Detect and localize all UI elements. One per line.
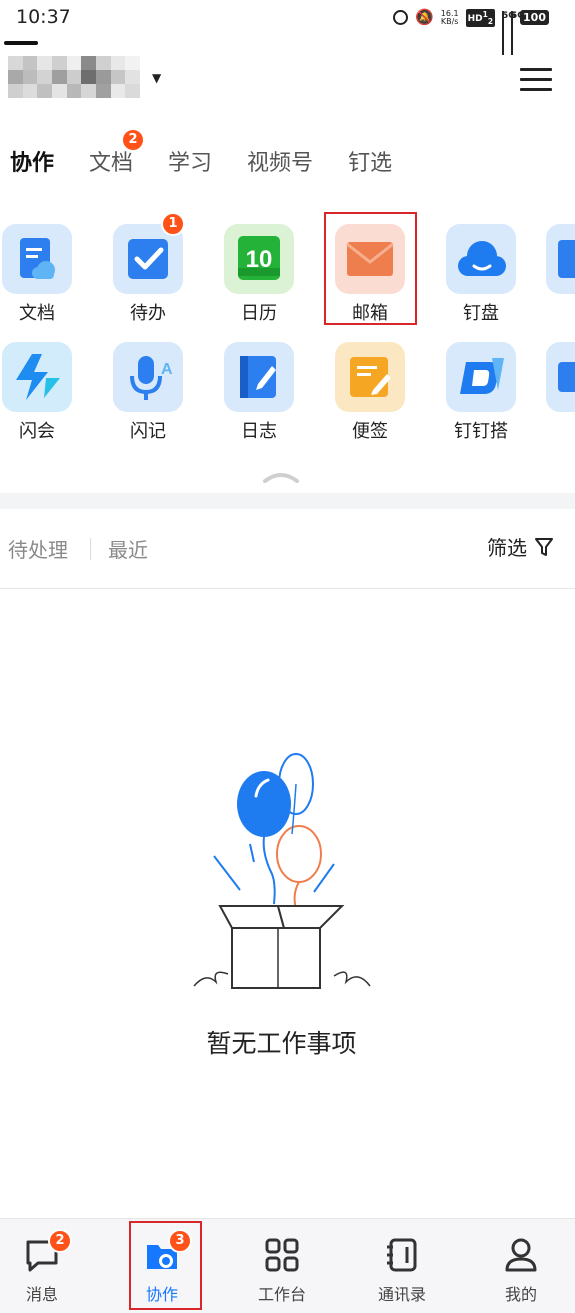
nav-profile[interactable]: 我的: [481, 1219, 561, 1313]
contacts-icon: [387, 1238, 417, 1272]
tab-badge: 2: [121, 128, 146, 152]
empty-state-text: 暂无工作事项: [206, 1029, 357, 1058]
app-flash-meeting[interactable]: 闪会: [0, 342, 82, 443]
calendar-icon: 10: [224, 224, 294, 294]
filter-button[interactable]: 筛选: [487, 532, 553, 561]
workbench-icon: [265, 1238, 299, 1272]
app-flash-note[interactable]: A 闪记: [103, 342, 193, 443]
mute-icon: 🔕: [415, 8, 434, 27]
tab-label: 视频号: [247, 151, 314, 176]
app-dingtalk-builder[interactable]: 钉钉搭: [436, 342, 526, 443]
flash-meeting-icon: [2, 342, 72, 412]
filter-separator: [90, 538, 91, 560]
network-type-2: 5G: [511, 10, 525, 21]
status-icons: 🔕 16.1 KB/s HD12 5G 5G 100: [393, 8, 549, 55]
nav-workbench[interactable]: 工作台: [242, 1219, 322, 1313]
nav-label: 通讯录: [377, 1285, 426, 1304]
app-log[interactable]: 日志: [214, 342, 304, 443]
sim2-label: 2: [487, 16, 494, 26]
nav-badge: 2: [48, 1229, 72, 1253]
tab-pinned[interactable]: 钉选: [348, 146, 392, 182]
calendar-day: 10: [246, 246, 273, 273]
tab-learning[interactable]: 学习: [168, 146, 212, 182]
filter-tab-recent[interactable]: 最近: [108, 534, 148, 563]
app-sticky-note[interactable]: 便签: [325, 342, 415, 443]
tab-video[interactable]: 视频号: [247, 146, 313, 182]
speed-unit: KB/s: [440, 16, 459, 26]
top-tabs: 协作 文档 2 学习 视频号 钉选: [10, 128, 427, 182]
app-todo[interactable]: 1 待办: [103, 212, 193, 325]
app-docs[interactable]: 文档: [0, 224, 82, 325]
app-label: 文档: [19, 303, 55, 324]
menu-button[interactable]: [520, 64, 554, 94]
collab-nav-highlight-box: [129, 1221, 202, 1310]
app-badge: 1: [161, 212, 185, 236]
network-type-1: 5G: [502, 10, 516, 21]
tab-label: 钉选: [348, 151, 393, 176]
partial-app-icon: [546, 342, 575, 412]
mail-highlight-box: [324, 212, 417, 325]
nav-label: 我的: [504, 1285, 537, 1304]
filter-tab-pending[interactable]: 待处理: [8, 534, 68, 563]
sticky-note-icon: [335, 342, 405, 412]
filter-bar: 待处理 最近 筛选: [0, 510, 575, 589]
partial-app-icon: [546, 224, 575, 294]
org-dropdown-caret-icon[interactable]: ▼: [152, 71, 161, 85]
todo-icon: 1: [113, 212, 185, 294]
status-bar: 10:37 🔕 16.1 KB/s HD12 5G 5G 100: [0, 0, 575, 55]
battery-icon: 100: [520, 10, 549, 26]
app-label: 闪会: [19, 421, 55, 442]
doc-icon: [2, 224, 72, 294]
hd-label: HD: [467, 14, 483, 24]
app-label: 便签: [352, 421, 388, 442]
tab-label: 学习: [168, 151, 213, 176]
app-label: 待办: [130, 303, 166, 324]
profile-icon: [505, 1238, 537, 1272]
empty-state-illustration: [193, 753, 371, 989]
app-partial-1[interactable]: [546, 224, 575, 294]
bottom-nav: 2 消息 3 协作 工作台 通讯录 我的: [0, 1218, 575, 1313]
app-label: 钉盘: [463, 303, 499, 324]
hd-icon: HD12: [465, 9, 496, 27]
cloud-drive-icon: [446, 224, 516, 294]
collapse-handle-icon[interactable]: [263, 468, 299, 483]
tab-docs[interactable]: 文档 2: [89, 128, 146, 182]
nav-contacts[interactable]: 通讯录: [362, 1219, 442, 1313]
app-label: 闪记: [130, 421, 166, 442]
status-time: 10:37: [16, 6, 71, 28]
network-speed: 16.1 KB/s: [440, 9, 459, 26]
org-name-redacted[interactable]: [8, 56, 140, 98]
app-partial-2[interactable]: [546, 342, 575, 412]
app-label: 日历: [241, 303, 277, 324]
nav-messages[interactable]: 2 消息: [2, 1219, 82, 1313]
signal-icon-1: 5G: [502, 10, 516, 55]
app-drive[interactable]: 钉盘: [436, 224, 526, 325]
tab-label: 协作: [10, 151, 55, 176]
app-calendar[interactable]: 10 日历: [214, 224, 304, 325]
filter-label: 筛选: [487, 536, 527, 560]
nav-label: 工作台: [257, 1285, 306, 1304]
flash-note-icon: A: [113, 342, 183, 412]
tab-collab[interactable]: 协作: [10, 146, 54, 182]
app-label: 日志: [241, 421, 277, 442]
svg-text:A: A: [161, 361, 173, 378]
nav-label: 消息: [25, 1285, 58, 1304]
alarm-icon: [393, 10, 409, 26]
signal-icon-2: 5G: [511, 10, 525, 55]
funnel-icon: [535, 537, 553, 556]
section-divider: [0, 493, 575, 509]
active-tab-indicator: [4, 41, 38, 45]
app-label: 钉钉搭: [454, 421, 508, 442]
tab-label: 文档: [89, 151, 134, 176]
log-icon: [224, 342, 294, 412]
dingtalk-builder-icon: [446, 342, 516, 412]
